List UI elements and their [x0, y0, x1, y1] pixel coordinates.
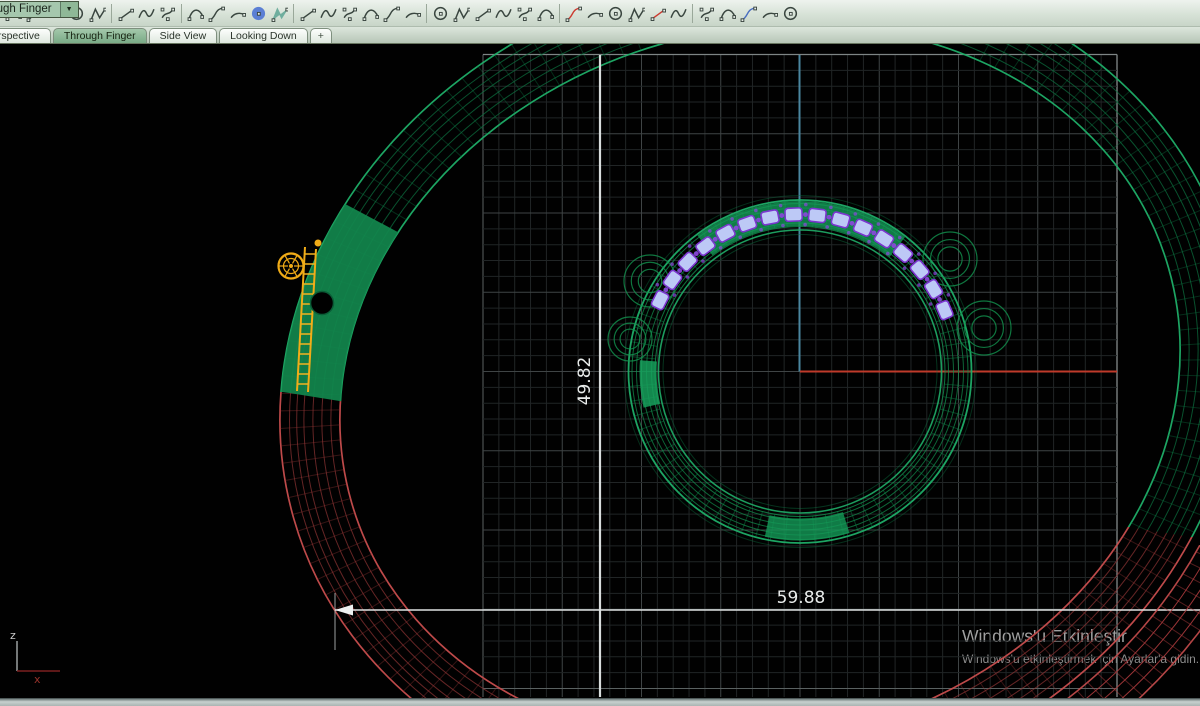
- tab-side-view[interactable]: Side View: [148, 28, 218, 43]
- line-icon[interactable]: [117, 5, 134, 22]
- toolbar-separator: [426, 3, 427, 23]
- conic-icon[interactable]: [208, 5, 225, 22]
- toolbar-separator: [692, 3, 693, 23]
- add-viewport-tab[interactable]: +: [309, 28, 332, 43]
- delete-sub-curve-icon[interactable]: [362, 5, 379, 22]
- revolve-curve-icon[interactable]: [761, 5, 778, 22]
- toolbar-separator: [293, 3, 294, 23]
- viewport-title-label: Through Finger: [0, 3, 52, 15]
- dimension-vertical-value: 49.82: [575, 357, 595, 406]
- rhino-window: PerspectiveThrough FingerSide ViewLookin…: [0, 0, 1200, 706]
- polygon-icon[interactable]: [516, 5, 533, 22]
- curve-deviation-icon[interactable]: [719, 5, 736, 22]
- paraboloid-icon[interactable]: [271, 5, 288, 22]
- arc-icon[interactable]: [187, 5, 204, 22]
- axis-x-label: x: [34, 673, 41, 686]
- chevron-down-icon[interactable]: ▼: [59, 2, 78, 17]
- tab-perspective[interactable]: Perspective: [0, 28, 51, 43]
- point-on-curve-icon[interactable]: [537, 5, 554, 22]
- curve-through-polyline-icon[interactable]: [159, 5, 176, 22]
- viewport-canvas[interactable]: 49.82 59.88 z x: [0, 0, 1200, 706]
- tab-looking-down[interactable]: Looking Down: [219, 28, 308, 43]
- wave-surface-icon[interactable]: [740, 5, 757, 22]
- fillet-curve-icon[interactable]: [341, 5, 358, 22]
- point-grid-icon[interactable]: [474, 5, 491, 22]
- toolbar: [0, 0, 1200, 27]
- close-curve-icon[interactable]: [453, 5, 470, 22]
- helix-icon[interactable]: [229, 5, 246, 22]
- bend-curve-icon[interactable]: [782, 5, 799, 22]
- dimension-horizontal-value: 59.88: [777, 588, 826, 608]
- viewport-title-menu[interactable]: Through Finger ▼: [0, 1, 79, 18]
- viewport-tabs: PerspectiveThrough FingerSide ViewLookin…: [0, 27, 1200, 44]
- match-curve-icon[interactable]: [404, 5, 421, 22]
- axis-z-label: z: [10, 629, 16, 642]
- insert-control-point-icon[interactable]: [649, 5, 666, 22]
- sphere-icon[interactable]: [250, 5, 267, 22]
- toolbar-separator: [111, 3, 112, 23]
- offset-curve-icon[interactable]: [299, 5, 316, 22]
- polyline-icon[interactable]: [138, 5, 155, 22]
- status-bar: [0, 698, 1200, 706]
- split-curve-icon[interactable]: [607, 5, 624, 22]
- adjust-end-bulge-icon[interactable]: [698, 5, 715, 22]
- remove-knot-icon[interactable]: [670, 5, 687, 22]
- toolbar-separator: [181, 3, 182, 23]
- trim-curve-icon[interactable]: [586, 5, 603, 22]
- divide-curve-icon[interactable]: [495, 5, 512, 22]
- untrim-icon[interactable]: [628, 5, 645, 22]
- symmetry-curve-icon[interactable]: [432, 5, 449, 22]
- extend-curve-icon[interactable]: [320, 5, 337, 22]
- sketch-curve-icon[interactable]: [89, 5, 106, 22]
- toolbar-separator: [559, 3, 560, 23]
- rebuild-curve-icon[interactable]: [383, 5, 400, 22]
- curve-boolean-icon[interactable]: [565, 5, 582, 22]
- tab-through-finger[interactable]: Through Finger: [52, 28, 147, 43]
